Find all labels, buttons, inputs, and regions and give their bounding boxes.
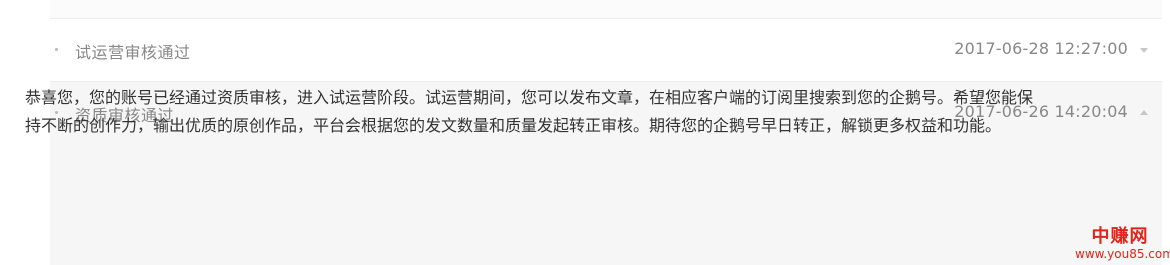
message-row[interactable]: 试运营审核通过 2017-06-28 12:27:00 <box>50 19 1162 82</box>
chevron-down-icon[interactable] <box>1140 48 1148 53</box>
previous-message-row <box>50 0 1162 19</box>
message-title: 试运营审核通过 <box>75 43 191 62</box>
message-header[interactable]: 试运营审核通过 2017-06-28 12:27:00 <box>50 19 1162 81</box>
watermark-name: 中赚网 <box>1091 226 1149 247</box>
watermark-logo: 中赚网 www.you85.com <box>1075 226 1170 264</box>
message-date: 2017-06-28 12:27:00 <box>954 39 1128 58</box>
watermark-url: www.you85.com <box>1075 247 1170 261</box>
chevron-up-icon[interactable] <box>1140 110 1148 115</box>
bullet-dot <box>55 48 58 51</box>
message-body: 恭喜您，您的账号已经通过资质审核，进入试运营阶段。试运营期间，您可以发布文章，在… <box>25 88 1034 135</box>
